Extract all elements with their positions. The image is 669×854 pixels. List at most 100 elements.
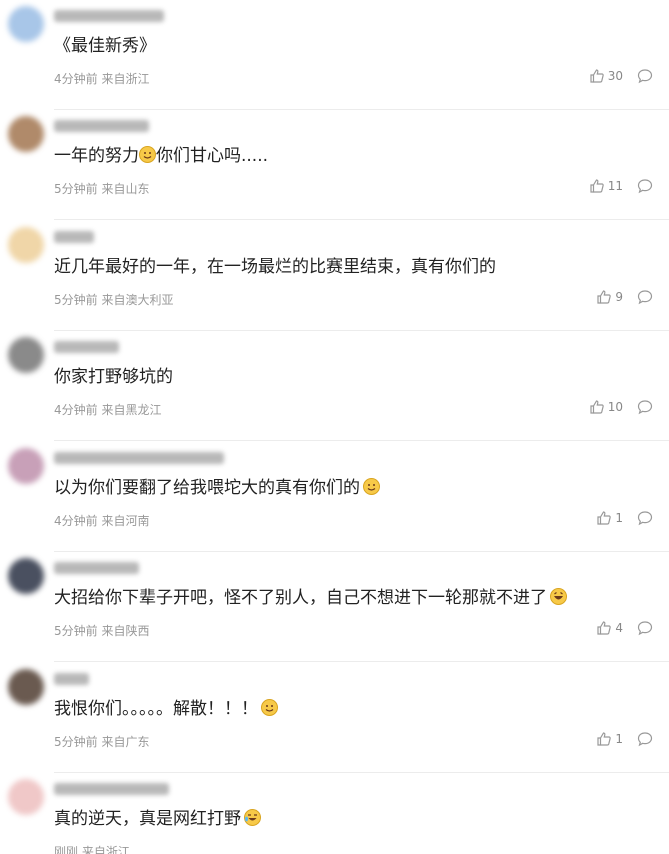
comment-item: 近几年最好的一年，在一场最烂的比赛里结束，真有你们的 5分钟前 来自澳大利亚 9 <box>0 221 669 331</box>
comment-meta: 4分钟前 来自黑龙江 <box>54 401 161 418</box>
comment-list: 《最佳新秀》 4分钟前 来自浙江 30 一年的努力 你们甘心吗..... 5分钟前 来自山… <box>0 0 669 854</box>
comment-item: 你家打野够坑的 4分钟前 来自黑龙江 10 <box>0 331 669 441</box>
like-button[interactable]: 9 <box>596 289 623 305</box>
reply-bubble-icon[interactable] <box>637 68 655 86</box>
username-blurred[interactable] <box>54 120 149 132</box>
smile-emoji <box>139 146 156 166</box>
reply-bubble-icon[interactable] <box>637 731 655 749</box>
comment-location: 来自广东 <box>101 735 150 749</box>
thumbs-up-icon <box>596 289 612 305</box>
avatar[interactable] <box>8 669 44 705</box>
reply-bubble-icon[interactable] <box>637 289 655 307</box>
comment-location: 来自河南 <box>101 514 150 528</box>
like-count: 9 <box>615 290 623 304</box>
comment-text-main: 一年的努力 <box>54 146 139 166</box>
comment-text-main: 真的逆天，真是网红打野 <box>54 809 241 829</box>
comment-time: 5分钟前 <box>54 293 98 307</box>
avatar[interactable] <box>8 448 44 484</box>
comment-text: 近几年最好的一年，在一场最烂的比赛里结束，真有你们的 <box>54 255 496 279</box>
comment-time: 5分钟前 <box>54 624 98 638</box>
laugh-emoji <box>550 588 567 608</box>
smile-emoji <box>261 699 278 719</box>
comment-item: 一年的努力 你们甘心吗..... 5分钟前 来自山东 11 <box>0 110 669 220</box>
reply-bubble-icon[interactable] <box>637 620 655 638</box>
comment-meta: 5分钟前 来自山东 <box>54 180 149 197</box>
comment-meta: 4分钟前 来自浙江 <box>54 70 149 87</box>
smile-emoji <box>363 478 380 498</box>
comment-item: 以为你们要翻了给我喂坨大的真有你们的 4分钟前 来自河南 1 <box>0 442 669 552</box>
comment-location: 来自陕西 <box>101 624 150 638</box>
thumbs-up-icon <box>596 731 612 747</box>
comment-text: 以为你们要翻了给我喂坨大的真有你们的 <box>54 476 380 500</box>
reply-bubble-icon[interactable] <box>637 399 655 417</box>
avatar[interactable] <box>8 227 44 263</box>
comment-meta: 5分钟前 来自澳大利亚 <box>54 291 173 308</box>
like-button[interactable]: 1 <box>596 510 623 526</box>
comment-item: 《最佳新秀》 4分钟前 来自浙江 30 <box>0 0 669 110</box>
comment-location: 来自黑龙江 <box>101 403 162 417</box>
comment-time: 5分钟前 <box>54 182 98 196</box>
like-button[interactable]: 11 <box>589 178 623 194</box>
avatar[interactable] <box>8 558 44 594</box>
comment-meta: 5分钟前 来自广东 <box>54 733 149 750</box>
username-blurred[interactable] <box>54 562 139 574</box>
like-button[interactable]: 1 <box>596 731 623 747</box>
thumbs-up-icon <box>596 510 612 526</box>
comment-text: 你家打野够坑的 <box>54 365 173 389</box>
comment-text-main: 以为你们要翻了给我喂坨大的真有你们的 <box>54 478 360 498</box>
comment-text: 一年的努力 你们甘心吗..... <box>54 144 268 168</box>
thumbs-up-icon <box>596 620 612 636</box>
like-count: 4 <box>615 621 623 635</box>
comment-time: 5分钟前 <box>54 735 98 749</box>
comment-text-main: 大招给你下辈子开吧，怪不了别人，自己不想进下一轮那就不进了 <box>54 588 547 608</box>
comment-text-continued: 你们甘心吗..... <box>156 146 269 166</box>
thumbs-up-icon <box>589 178 605 194</box>
username-blurred[interactable] <box>54 783 169 795</box>
comment-text-main: 《最佳新秀》 <box>54 36 156 56</box>
divider <box>54 661 669 662</box>
comment-item: 我恨你们。。。。。解散！！！ 5分钟前 来自广东 1 <box>0 663 669 773</box>
comment-text: 《最佳新秀》 <box>54 34 156 58</box>
avatar[interactable] <box>8 116 44 152</box>
username-blurred[interactable] <box>54 10 164 22</box>
comment-time: 4分钟前 <box>54 403 98 417</box>
like-button[interactable]: 30 <box>589 68 623 84</box>
thumbs-up-icon <box>589 68 605 84</box>
comment-meta: 刚刚 来自浙江 <box>54 843 130 854</box>
comment-text: 我恨你们。。。。。解散！！！ <box>54 697 278 721</box>
thumbs-up-icon <box>589 399 605 415</box>
like-count: 1 <box>615 732 623 746</box>
comment-time: 刚刚 <box>54 845 79 854</box>
comment-text: 大招给你下辈子开吧，怪不了别人，自己不想进下一轮那就不进了 <box>54 586 567 610</box>
like-button[interactable]: 4 <box>596 620 623 636</box>
avatar[interactable] <box>8 337 44 373</box>
reply-bubble-icon[interactable] <box>637 178 655 196</box>
username-blurred[interactable] <box>54 452 224 464</box>
reply-bubble-icon[interactable] <box>637 510 655 528</box>
comment-text-main: 你家打野够坑的 <box>54 367 173 387</box>
username-blurred[interactable] <box>54 341 119 353</box>
comment-location: 来自澳大利亚 <box>101 293 174 307</box>
avatar[interactable] <box>8 6 44 42</box>
divider <box>54 440 669 441</box>
comment-text-main: 近几年最好的一年，在一场最烂的比赛里结束，真有你们的 <box>54 257 496 277</box>
comment-meta: 4分钟前 来自河南 <box>54 512 149 529</box>
comment-time: 4分钟前 <box>54 514 98 528</box>
divider <box>54 219 669 220</box>
username-blurred[interactable] <box>54 231 94 243</box>
like-count: 10 <box>607 400 623 414</box>
like-count: 1 <box>615 511 623 525</box>
comment-location: 来自浙江 <box>81 845 130 854</box>
like-button[interactable]: 10 <box>589 399 623 415</box>
comment-location: 来自浙江 <box>101 72 150 86</box>
comment-text: 真的逆天，真是网红打野 <box>54 807 261 831</box>
comment-location: 来自山东 <box>101 182 150 196</box>
comment-meta: 5分钟前 来自陕西 <box>54 622 149 639</box>
comment-time: 4分钟前 <box>54 72 98 86</box>
like-count: 11 <box>607 179 623 193</box>
avatar[interactable] <box>8 779 44 815</box>
like-count: 30 <box>607 69 623 83</box>
comment-item: 大招给你下辈子开吧，怪不了别人，自己不想进下一轮那就不进了 5分钟前 来自陕西 4 <box>0 552 669 662</box>
username-blurred[interactable] <box>54 673 89 685</box>
comment-text-main: 我恨你们。。。。。解散！！！ <box>54 699 258 719</box>
